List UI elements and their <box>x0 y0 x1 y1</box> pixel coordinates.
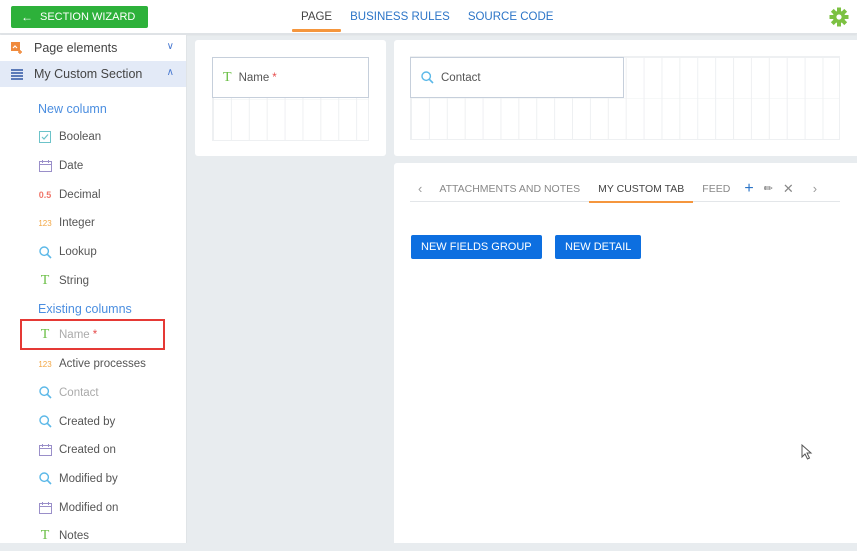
checkbox-icon <box>38 131 52 144</box>
search-icon <box>38 386 52 399</box>
chevron-right-icon[interactable]: › <box>805 181 825 196</box>
column-label: Notes <box>59 530 90 543</box>
new-column-integer[interactable]: 123 Integer <box>0 209 186 238</box>
chevron-left-icon[interactable]: ‹ <box>410 181 430 196</box>
column-label: Modified by <box>59 472 118 485</box>
search-icon <box>38 245 52 259</box>
search-icon <box>38 472 52 485</box>
sidebar: Page elements ∨ My Custom Section ∧ New … <box>0 35 187 543</box>
chevron-up-icon[interactable]: ∧ <box>167 67 174 78</box>
existing-column-contact[interactable]: Contact <box>0 379 186 408</box>
column-label: Created by <box>59 415 116 428</box>
page-elements-icon <box>10 41 24 55</box>
edit-tab-icon[interactable]: ✏ <box>759 182 778 195</box>
text-icon: T <box>40 528 50 544</box>
tab-feed[interactable]: FEED <box>693 176 739 202</box>
new-column-date[interactable]: Date <box>0 152 186 181</box>
required-marker: * <box>272 71 277 84</box>
existing-columns-label: Existing columns <box>38 302 132 317</box>
tab-my-custom-tab[interactable]: MY CUSTOM TAB <box>589 176 694 203</box>
close-tab-icon[interactable]: ✕ <box>778 181 799 197</box>
field-label: Contact <box>441 71 481 84</box>
column-label: Lookup <box>59 246 97 259</box>
header-field-contact[interactable]: Contact <box>410 57 624 98</box>
new-column-decimal[interactable]: 0.5 Decimal <box>0 180 186 209</box>
highlight-box <box>20 319 165 350</box>
mouse-cursor-icon <box>801 444 813 460</box>
calendar-icon <box>38 160 52 173</box>
integer-icon: 123 <box>38 359 52 369</box>
existing-column-notes[interactable]: T Notes <box>0 522 186 551</box>
tab-source-code[interactable]: SOURCE CODE <box>459 0 563 34</box>
calendar-icon <box>38 444 52 457</box>
column-label: String <box>59 274 90 287</box>
header-panel: Contact <box>394 40 857 156</box>
new-fields-group-button[interactable]: NEW FIELDS GROUP <box>411 235 542 259</box>
existing-column-modified-on[interactable]: Modified on <box>0 493 186 522</box>
column-label: Integer <box>59 217 95 230</box>
designer-tabs: PAGE BUSINESS RULES SOURCE CODE <box>292 0 562 34</box>
calendar-icon <box>38 501 52 514</box>
existing-column-created-on[interactable]: Created on <box>0 436 186 465</box>
tab-page[interactable]: PAGE <box>292 0 342 34</box>
add-tab-icon[interactable]: + <box>739 180 758 198</box>
new-column-label: New column <box>38 102 107 116</box>
column-label: Decimal <box>59 188 101 201</box>
search-icon <box>38 415 52 428</box>
primary-field-name[interactable]: T Name * <box>212 57 369 98</box>
detail-tabs: ‹ ATTACHMENTS AND NOTES MY CUSTOM TAB FE… <box>410 176 840 203</box>
sidebar-item-my-custom-section[interactable]: My Custom Section ∧ <box>0 61 186 87</box>
decimal-icon: 0.5 <box>38 189 52 200</box>
back-to-section-wizard-button[interactable]: ← SECTION WIZARD <box>11 6 148 28</box>
gear-icon[interactable] <box>829 7 849 27</box>
field-label: Name <box>238 71 270 84</box>
new-column-lookup[interactable]: Lookup <box>0 238 186 267</box>
arrow-left-icon: ← <box>21 10 33 24</box>
sidebar-item-page-elements[interactable]: Page elements ∨ <box>0 35 186 61</box>
section-label: My Custom Section <box>34 67 143 81</box>
column-label: Boolean <box>59 131 102 144</box>
existing-column-active-processes[interactable]: 123 Active processes <box>0 350 186 379</box>
chevron-down-icon[interactable]: ∨ <box>167 41 174 52</box>
page-elements-label: Page elements <box>34 41 118 55</box>
top-bar: ← SECTION WIZARD PAGE BUSINESS RULES SOU… <box>0 0 857 34</box>
existing-column-created-by[interactable]: Created by <box>0 407 186 436</box>
column-label: Active processes <box>59 358 146 371</box>
new-column-string[interactable]: T String <box>0 266 186 295</box>
new-detail-button[interactable]: NEW DETAIL <box>555 235 642 259</box>
column-label: Created on <box>59 444 116 457</box>
column-label: Contact <box>59 386 99 399</box>
list-icon <box>10 67 24 81</box>
new-column-boolean[interactable]: Boolean <box>0 123 186 152</box>
text-icon: T <box>40 272 50 288</box>
tab-attachments-and-notes[interactable]: ATTACHMENTS AND NOTES <box>430 176 589 202</box>
text-icon: T <box>223 69 232 85</box>
column-label: Modified on <box>59 501 119 514</box>
search-icon <box>421 71 434 84</box>
integer-icon: 123 <box>38 218 52 228</box>
column-label: Date <box>59 160 84 173</box>
primary-column-panel: T Name * <box>195 40 386 156</box>
existing-column-modified-by[interactable]: Modified by <box>0 465 186 494</box>
tabs-panel: ‹ ATTACHMENTS AND NOTES MY CUSTOM TAB FE… <box>394 163 857 543</box>
back-button-label: SECTION WIZARD <box>40 11 136 23</box>
tab-business-rules[interactable]: BUSINESS RULES <box>341 0 459 34</box>
